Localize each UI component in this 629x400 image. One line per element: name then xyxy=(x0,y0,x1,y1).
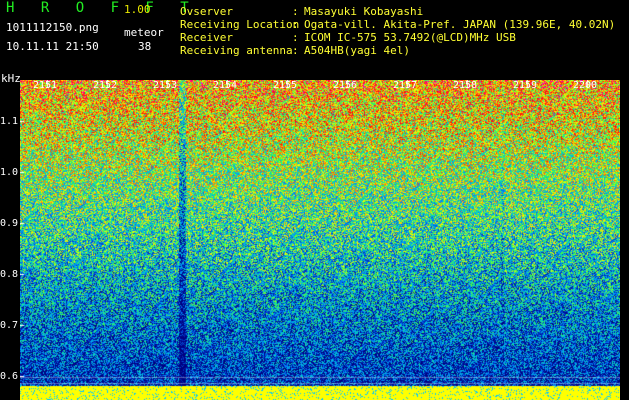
info-value-observer: Masayuki Kobayashi xyxy=(304,5,424,18)
x-tick-label: 2200 xyxy=(573,80,598,91)
y-tick-label: 1.0 xyxy=(0,166,19,178)
x-tick-label: 2152 xyxy=(93,80,118,91)
y-tick-label: 0.7 xyxy=(0,319,19,331)
meteor-label: meteor xyxy=(124,26,164,39)
y-tick-label: 0.9 xyxy=(0,217,19,229)
x-tick-label: 2156 xyxy=(333,80,358,91)
x-tick-label: 2151 xyxy=(33,80,58,91)
x-tick-label: 2157 xyxy=(393,80,418,91)
app-version: 1.00 xyxy=(124,3,151,16)
info-value-receiver: ICOM IC-575 53.7492(@LCD)MHz USB xyxy=(304,31,516,44)
info-separator: : xyxy=(292,31,299,44)
x-tick-label: 2154 xyxy=(213,80,238,91)
info-key-observer: Ovserver xyxy=(180,5,233,18)
info-key-antenna: Receiving antenna xyxy=(180,44,293,57)
x-tick-label: 2155 xyxy=(273,80,298,91)
info-value-location: Ogata-vill. Akita-Pref. JAPAN (139.96E, … xyxy=(304,18,616,31)
x-tick-label: 2159 xyxy=(513,80,538,91)
app-title: H R O F F T xyxy=(6,0,198,16)
info-separator: : xyxy=(292,18,299,31)
file-name: 1011112150.png xyxy=(6,21,99,34)
spectrogram-heatmap xyxy=(20,80,620,400)
x-tick-label: 2158 xyxy=(453,80,478,91)
info-separator: : xyxy=(292,44,299,57)
meteor-count: 38 xyxy=(138,40,152,53)
info-value-antenna: A504HB(yagi 4el) xyxy=(304,44,410,57)
capture-datetime: 10.11.11 21:50 xyxy=(6,40,99,53)
info-key-receiver: Receiver xyxy=(180,31,233,44)
info-key-location: Receiving Location xyxy=(180,18,300,31)
y-tick-label: 1.1 xyxy=(0,115,19,127)
y-tick-label: 0.6 xyxy=(0,370,19,382)
x-tick-label: 2153 xyxy=(153,80,178,91)
y-tick-label: 0.8 xyxy=(0,268,19,280)
info-separator: : xyxy=(292,5,299,18)
y-axis-unit-label: kHz xyxy=(1,72,21,85)
